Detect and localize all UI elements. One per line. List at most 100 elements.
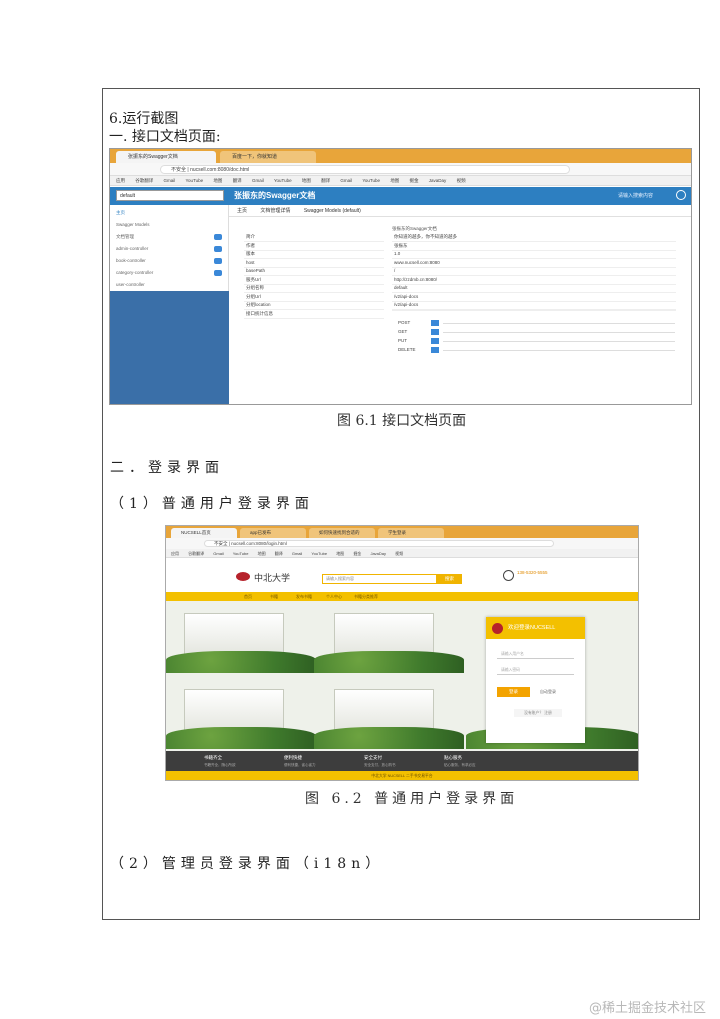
browser-tab: 学生登录 — [378, 528, 444, 538]
section-heading-login: 二．登录界面 — [110, 460, 224, 476]
site-header: 中北大学 请输入搜索内容 搜索 138-5320-5555 — [166, 558, 638, 592]
url-field: 不安全 | nucsell.com:8080/doc.html — [160, 165, 570, 174]
browser-tab: app已发布 — [240, 528, 306, 538]
nav-item: 书籍 — [270, 594, 278, 599]
footer-feature: 贴心服务 — [444, 755, 462, 760]
table-row: 版本 1.0 — [244, 250, 676, 259]
section-heading: 6.运行截图 — [109, 111, 179, 127]
breadcrumb-item: 主页 — [237, 208, 248, 214]
footer-feature: 安全支付 — [364, 755, 382, 760]
site-nav: 首页 书籍 发布书籍 个人中心 书籍分类推荐 — [166, 592, 638, 601]
nav-item: 首页 — [244, 594, 252, 599]
browser-address-bar: 不安全 | nucsell.com:8080/login.html — [166, 538, 638, 549]
method-name: POST — [398, 320, 411, 325]
browser-tab-bar: NUCSELL首页 app已发布 如何快速找到合适的 学生登录 — [166, 526, 638, 538]
subheading-admin-login: （2）管理员登录界面（i18n） — [110, 856, 385, 872]
method-bar — [443, 332, 675, 333]
table-row: 作者 张振东 — [244, 242, 676, 251]
bookmarks-bar: 应用 谷歌翻译 Gmail YouTube 地图 翻译 Gmail YouTub… — [110, 176, 691, 186]
search-button: 搜索 — [437, 574, 462, 584]
figure-caption: 图 6.2 普通用户登录界面 — [305, 791, 519, 807]
figure-login-screenshot: NUCSELL首页 app已发布 如何快速找到合适的 学生登录 不安全 | nu… — [165, 525, 639, 781]
bookmark: 谷歌翻译 — [188, 551, 205, 556]
footer-feature: 书籍齐全 — [204, 755, 222, 760]
watermark: @稀土掘金技术社区 — [588, 1001, 706, 1016]
bookmark: 视频 — [395, 551, 404, 556]
table-row: 分组location/v2/api-docs — [244, 301, 676, 310]
table-row: 分组Url/v2/api-docs — [244, 293, 676, 302]
swagger-title: 张振东的Swagger文档 — [234, 191, 316, 200]
sidebar-item: category-controller — [116, 270, 154, 275]
count-badge — [214, 246, 222, 252]
count-badge — [214, 234, 222, 240]
username-field: 请输入用户名 — [497, 649, 574, 659]
count-badge — [214, 270, 222, 276]
bookmark: JavaDay — [428, 178, 447, 183]
sidebar-item: admin-controller — [116, 246, 149, 251]
method-row: DELETE — [395, 346, 685, 355]
bookmark: 地图 — [301, 178, 311, 183]
method-bar — [443, 350, 675, 351]
table-row: host www.nucsell.com:8080 — [244, 259, 676, 268]
password-field: 请输入密码 — [497, 665, 574, 675]
breadcrumb: 主页 文档管理详情 Swagger Models (default) — [229, 205, 691, 217]
table-row: basePath / — [244, 267, 676, 276]
method-badge — [431, 320, 439, 326]
campus-trees-image — [314, 727, 464, 749]
browser-tab: 百度一下，你就知道 — [220, 151, 316, 163]
breadcrumb-item: 文档管理详情 — [260, 208, 291, 214]
bookmark: JavaDay — [370, 551, 386, 556]
sidebar-menu: 主页 Swagger Models 文档管理 admin-controller … — [110, 205, 229, 291]
figure-api-docs-screenshot: 张振东的Swagger文档 百度一下，你就知道 不安全 | nucsell.co… — [109, 148, 692, 405]
bookmark: Gmail — [340, 178, 353, 183]
doc-info-table: 简介 你知道的越多，你不知道的越多 作者 张振东 版本 1.0 host www.nuc… — [244, 233, 676, 319]
campus-trees-image — [314, 651, 464, 673]
breadcrumb-item: Swagger Models (default) — [303, 208, 361, 214]
bookmark: 翻译 — [232, 178, 242, 183]
bookmark: Gmail — [291, 551, 303, 556]
footer-feature-sub: 安全支付，放心购书 — [364, 763, 396, 767]
bookmark: 应用 — [171, 551, 179, 556]
footer-feature-sub: 便利快捷，省心省力 — [284, 763, 316, 767]
login-button: 登录 — [497, 687, 530, 697]
bookmark: YouTube — [185, 178, 204, 183]
table-row: 服务Url http://zzdmb.cn:8080/ — [244, 276, 676, 285]
sidebar-item: 主页 — [116, 210, 125, 215]
url-field: 不安全 | nucsell.com:8080/login.html — [204, 540, 554, 547]
search-input: 请输入搜索内容 — [322, 574, 437, 584]
method-row: POST — [395, 319, 685, 328]
bookmark: 谷歌翻译 — [135, 178, 154, 183]
bookmark: 掘金 — [409, 178, 419, 183]
browser-tab-bar: 张振东的Swagger文档 百度一下，你就知道 — [110, 149, 691, 163]
bookmark: YouTube — [232, 551, 249, 556]
auto-login-checkbox: 自动登录 — [540, 689, 556, 694]
bookmark: Gmail — [163, 178, 176, 183]
table-row: 接口统计信息 — [244, 309, 676, 319]
method-row: GET — [395, 328, 685, 337]
phone-number: 138-5320-5555 — [517, 570, 548, 575]
bookmark: Gmail — [213, 551, 224, 556]
university-seal-icon — [492, 623, 503, 634]
bookmark: YouTube — [273, 178, 292, 183]
method-badge — [431, 347, 439, 353]
phone-icon — [503, 570, 514, 581]
search-icon — [676, 190, 686, 200]
count-badge — [214, 258, 222, 264]
footer-feature: 便利快捷 — [284, 755, 302, 760]
method-name: DELETE — [398, 347, 416, 352]
table-row: 分组名称 default — [244, 284, 676, 293]
login-panel-header: 欢迎登录NUCSELL — [486, 617, 585, 639]
method-name: PUT — [398, 338, 407, 343]
bookmarks-bar: 应用 谷歌翻译 Gmail YouTube 地图 翻译 Gmail YouTub… — [166, 549, 638, 558]
campus-trees-image — [166, 651, 316, 673]
footer-feature-sub: 贴心服务，有求必应 — [444, 763, 476, 767]
subheading-api-docs: 一. 接口文档页面: — [109, 129, 221, 145]
bookmark: 掘金 — [353, 551, 362, 556]
browser-tab: 如何快速找到合适的 — [309, 528, 375, 538]
site-footer: 书籍齐全 书籍齐全，随心所欲 便利快捷 便利快捷，省心省力 安全支付 安全支付，… — [166, 751, 638, 771]
site-copyright: 中北大学 NUCSELL 二手书交易平台 — [166, 771, 638, 780]
browser-address-bar: 不安全 | nucsell.com:8080/doc.html — [110, 163, 691, 176]
footer-feature-sub: 书籍齐全，随心所欲 — [204, 763, 236, 767]
nav-item: 发布书籍 — [296, 594, 312, 599]
group-select: default — [116, 190, 224, 201]
